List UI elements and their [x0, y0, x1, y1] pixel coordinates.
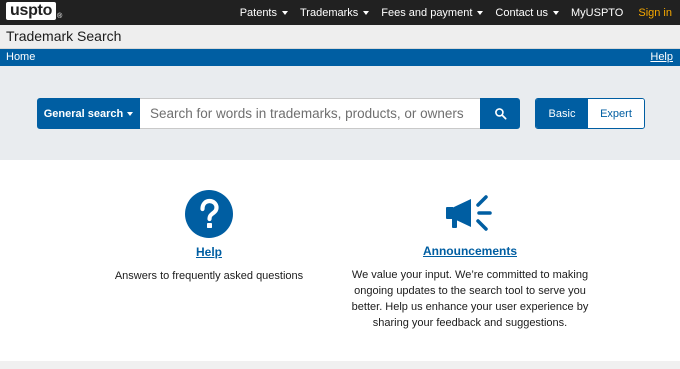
footer-band [0, 361, 680, 369]
search-input[interactable] [140, 98, 480, 129]
announcements-card-link[interactable]: Announcements [423, 244, 517, 258]
help-card: Help Answers to frequently asked questio… [100, 190, 318, 284]
breadcrumb-bar: Home Help [0, 49, 680, 66]
nav-item-myuspto[interactable]: MyUSPTO [571, 7, 623, 19]
nav-item-fees-and-payment[interactable]: Fees and payment [381, 6, 484, 19]
uspto-logo[interactable]: uspto ® [6, 2, 62, 22]
top-nav-menu: Patents Trademarks Fees and payment Cont… [228, 0, 672, 25]
question-mark-glyph [200, 198, 219, 228]
search-section: General search Basic Expert [0, 66, 680, 160]
question-circle-icon[interactable] [185, 190, 233, 238]
nav-item-trademarks[interactable]: Trademarks [300, 6, 370, 19]
help-link[interactable]: Help [650, 51, 673, 63]
caret-down-icon [553, 11, 559, 15]
app-title-bar: Trademark Search [0, 25, 680, 49]
nav-item-label: Fees and payment [381, 6, 473, 19]
page-title: Trademark Search [6, 28, 122, 44]
search-icon [494, 108, 507, 120]
announcements-card-description: We value your input. We’re committed to … [351, 269, 589, 329]
help-card-description: Answers to frequently asked questions [114, 270, 304, 282]
nav-item-patents[interactable]: Patents [240, 7, 288, 19]
nav-item-label: Trademarks [300, 6, 359, 19]
search-scope-dropdown[interactable]: General search [37, 98, 140, 129]
megaphone-icon[interactable] [444, 193, 496, 235]
expert-mode-button[interactable]: Expert [588, 99, 644, 128]
basic-mode-button[interactable]: Basic [536, 99, 588, 128]
registered-mark: ® [57, 13, 63, 20]
nav-item-contact-us[interactable]: Contact us [495, 7, 559, 19]
sign-in-link[interactable]: Sign in [638, 7, 672, 19]
caret-down-icon [363, 11, 370, 15]
help-card-link[interactable]: Help [196, 245, 222, 259]
caret-down-icon [282, 11, 288, 15]
megaphone-glyph [446, 195, 492, 231]
caret-down-icon [127, 112, 134, 116]
logo-wordmark: uspto [6, 2, 57, 20]
search-button[interactable] [480, 98, 520, 129]
announcements-card: Announcements We value your input. We’re… [345, 193, 595, 331]
nav-item-label: Contact us [495, 6, 548, 19]
nav-item-label: Patents [239, 6, 277, 19]
home-link[interactable]: Home [6, 51, 35, 63]
search-mode-toggle: Basic Expert [535, 98, 645, 129]
top-nav-bar: uspto ® Patents Trademarks Fees and paym… [0, 0, 680, 25]
caret-down-icon [477, 11, 484, 15]
search-scope-label: General search [43, 107, 124, 120]
nav-item-label: MyUSPTO [571, 6, 624, 19]
